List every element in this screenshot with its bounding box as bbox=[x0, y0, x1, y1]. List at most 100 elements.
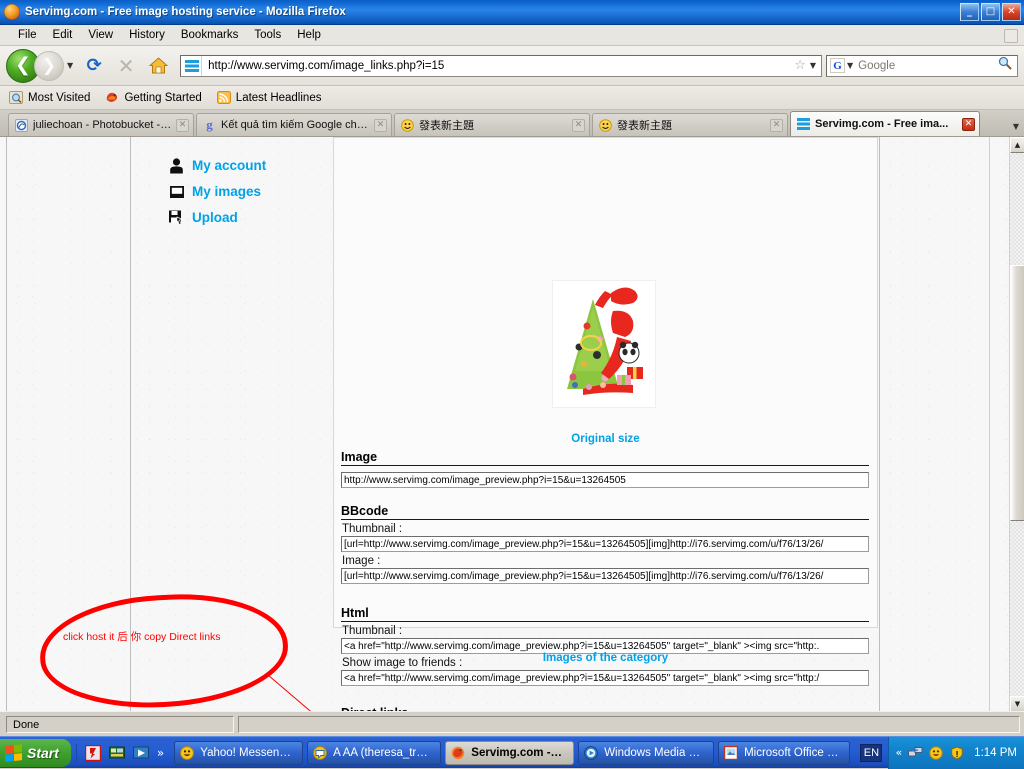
bbcode-image-field[interactable]: [url=http://www.servimg.com/image_previe… bbox=[341, 568, 869, 584]
page-far-right-rule bbox=[989, 137, 990, 711]
tab-new-topic-2[interactable]: 發表新主題 ✕ bbox=[592, 113, 788, 136]
firefox-icon bbox=[450, 745, 466, 761]
bookmark-most-visited[interactable]: Most Visited bbox=[8, 91, 90, 105]
bbcode-thumbnail-field[interactable]: [url=http://www.servimg.com/image_previe… bbox=[341, 536, 869, 552]
bookmark-label: Latest Headlines bbox=[235, 91, 322, 104]
menu-bar: File Edit View History Bookmarks Tools H… bbox=[0, 25, 1024, 46]
url-bar[interactable]: http://www.servimg.com/image_links.php?i… bbox=[180, 54, 822, 77]
forward-button[interactable]: ❯ bbox=[34, 50, 64, 81]
category-images-link[interactable]: Images of the category bbox=[333, 652, 878, 664]
tray-expand-icon[interactable]: « bbox=[895, 746, 902, 759]
google-icon[interactable]: G bbox=[830, 58, 845, 73]
photobucket-icon bbox=[14, 118, 29, 133]
window-controls: _ □ ✕ bbox=[960, 3, 1021, 21]
tab-new-topic-1[interactable]: 發表新主題 ✕ bbox=[394, 113, 590, 136]
url-text[interactable]: http://www.servimg.com/image_links.php?i… bbox=[208, 60, 794, 72]
windows-flag-icon bbox=[5, 743, 22, 762]
scroll-down-button[interactable]: ▼ bbox=[1010, 696, 1024, 711]
window-titlebar: Servimg.com - Free image hosting service… bbox=[0, 0, 1024, 25]
wmp-icon bbox=[583, 745, 599, 761]
picture-icon bbox=[168, 183, 185, 200]
bookmark-label: Most Visited bbox=[28, 91, 91, 104]
nav-item-my-account[interactable]: My account bbox=[168, 157, 266, 174]
task-windows-media-player[interactable]: Windows Media Player bbox=[578, 740, 715, 765]
menu-item-edit[interactable]: Edit bbox=[45, 27, 81, 43]
html-show-friends-field[interactable]: <a href="http://www.servimg.com/image_pr… bbox=[341, 670, 869, 686]
bookmark-latest-headlines[interactable]: Latest Headlines bbox=[216, 91, 322, 105]
task-yahoo-messenger[interactable]: Yahoo! Messenger bbox=[174, 740, 304, 765]
close-button[interactable]: ✕ bbox=[1002, 3, 1021, 21]
tab-close-icon[interactable]: ✕ bbox=[770, 118, 783, 132]
menu-item-tools[interactable]: Tools bbox=[246, 27, 289, 43]
bookmarks-toolbar: Most Visited Getting Started Latest Head… bbox=[0, 86, 1024, 110]
page-scrollbar[interactable]: ▲ ▼ bbox=[1009, 137, 1024, 711]
status-filler bbox=[238, 715, 1020, 733]
section-bbcode: BBcode Thumbnail : [url=http://www.servi… bbox=[341, 504, 869, 584]
search-icon[interactable] bbox=[998, 56, 1012, 75]
status-text: Done bbox=[6, 715, 234, 733]
shield-icon[interactable] bbox=[949, 745, 965, 761]
tab-label: 發表新主題 bbox=[419, 120, 474, 132]
nav-item-upload[interactable]: Upload bbox=[168, 209, 266, 226]
start-button[interactable]: Start bbox=[0, 738, 71, 767]
language-indicator[interactable]: EN bbox=[860, 743, 883, 762]
menu-item-file[interactable]: File bbox=[10, 27, 45, 43]
tab-google-results[interactable]: g Kết quả tìm kiếm Google cho ... ✕ bbox=[196, 113, 392, 136]
home-icon[interactable] bbox=[145, 53, 171, 79]
person-icon bbox=[168, 157, 185, 174]
tab-list-dropdown-icon[interactable]: ▼ bbox=[1013, 122, 1019, 131]
scrollbar-thumb[interactable] bbox=[1010, 265, 1024, 521]
bookmark-getting-started[interactable]: Getting Started bbox=[104, 91, 202, 105]
menu-item-help[interactable]: Help bbox=[289, 27, 329, 43]
network-icon[interactable] bbox=[907, 745, 923, 761]
nav-label: Upload bbox=[192, 210, 238, 225]
maximize-button[interactable]: □ bbox=[981, 3, 1000, 21]
scroll-up-button[interactable]: ▲ bbox=[1010, 137, 1024, 153]
stop-icon[interactable]: ✕ bbox=[113, 53, 139, 79]
page-canvas: My account My images Upload Original siz… bbox=[0, 137, 1009, 711]
task-office-picture-manager[interactable]: Microsoft Office Pict... bbox=[718, 740, 851, 765]
task-label: Servimg.com - Fr... bbox=[471, 746, 566, 759]
quick-launch-more-icon[interactable]: » bbox=[157, 746, 164, 760]
menu-item-view[interactable]: View bbox=[80, 27, 121, 43]
menu-item-history[interactable]: History bbox=[121, 27, 173, 43]
image-preview[interactable] bbox=[552, 280, 656, 408]
search-input[interactable]: Google bbox=[858, 60, 998, 72]
page-viewport: My account My images Upload Original siz… bbox=[0, 136, 1024, 711]
tab-close-icon[interactable]: ✕ bbox=[176, 118, 189, 132]
bookmark-star-icon[interactable]: ☆ bbox=[794, 58, 806, 73]
yahoo-tray-icon[interactable] bbox=[928, 745, 944, 761]
image-url-field[interactable]: http://www.servimg.com/image_preview.php… bbox=[341, 472, 869, 488]
menu-item-bookmarks[interactable]: Bookmarks bbox=[173, 27, 247, 43]
floppy-upload-icon bbox=[168, 209, 185, 226]
realplayer-icon[interactable] bbox=[84, 744, 102, 762]
search-engine-dropdown-icon[interactable]: ▼ bbox=[847, 61, 853, 70]
clock[interactable]: 1:14 PM bbox=[974, 747, 1017, 759]
tab-close-icon[interactable]: ✕ bbox=[572, 118, 585, 132]
media-icon[interactable] bbox=[108, 744, 126, 762]
page-left-rule bbox=[6, 137, 7, 711]
yahoo-icon bbox=[179, 745, 195, 761]
task-aa-theresa[interactable]: A AA (theresa_truc)... bbox=[307, 740, 442, 765]
search-bar[interactable]: G ▼ Google bbox=[826, 54, 1018, 77]
tab-close-icon[interactable]: ✕ bbox=[374, 118, 387, 132]
minimize-button[interactable]: _ bbox=[960, 3, 979, 21]
start-label: Start bbox=[27, 744, 59, 761]
task-label: Windows Media Player bbox=[604, 746, 706, 759]
tab-servimg[interactable]: Servimg.com - Free ima... ✕ bbox=[790, 111, 980, 136]
tab-photobucket[interactable]: juliechoan - Photobucket - Vi... ✕ bbox=[8, 113, 194, 136]
reload-icon[interactable]: ⟳ bbox=[81, 53, 107, 79]
task-servimg-firefox[interactable]: Servimg.com - Fr... bbox=[445, 740, 575, 765]
task-label: A AA (theresa_truc)... bbox=[333, 746, 433, 759]
section-image: Image http://www.servimg.com/image_previ… bbox=[341, 450, 869, 488]
site-nav: My account My images Upload bbox=[168, 157, 266, 235]
bookmark-dropdown-icon[interactable]: ▼ bbox=[810, 61, 816, 70]
nav-item-my-images[interactable]: My images bbox=[168, 183, 266, 200]
original-size-link[interactable]: Original size bbox=[333, 433, 878, 445]
servimg-icon bbox=[796, 117, 811, 132]
section-heading: Image bbox=[341, 450, 869, 466]
tab-close-icon[interactable]: ✕ bbox=[962, 117, 975, 131]
player-icon[interactable] bbox=[132, 744, 150, 762]
history-dropdown-icon[interactable]: ▼ bbox=[67, 61, 73, 70]
bbcode-thumbnail-label: Thumbnail : bbox=[342, 523, 403, 535]
